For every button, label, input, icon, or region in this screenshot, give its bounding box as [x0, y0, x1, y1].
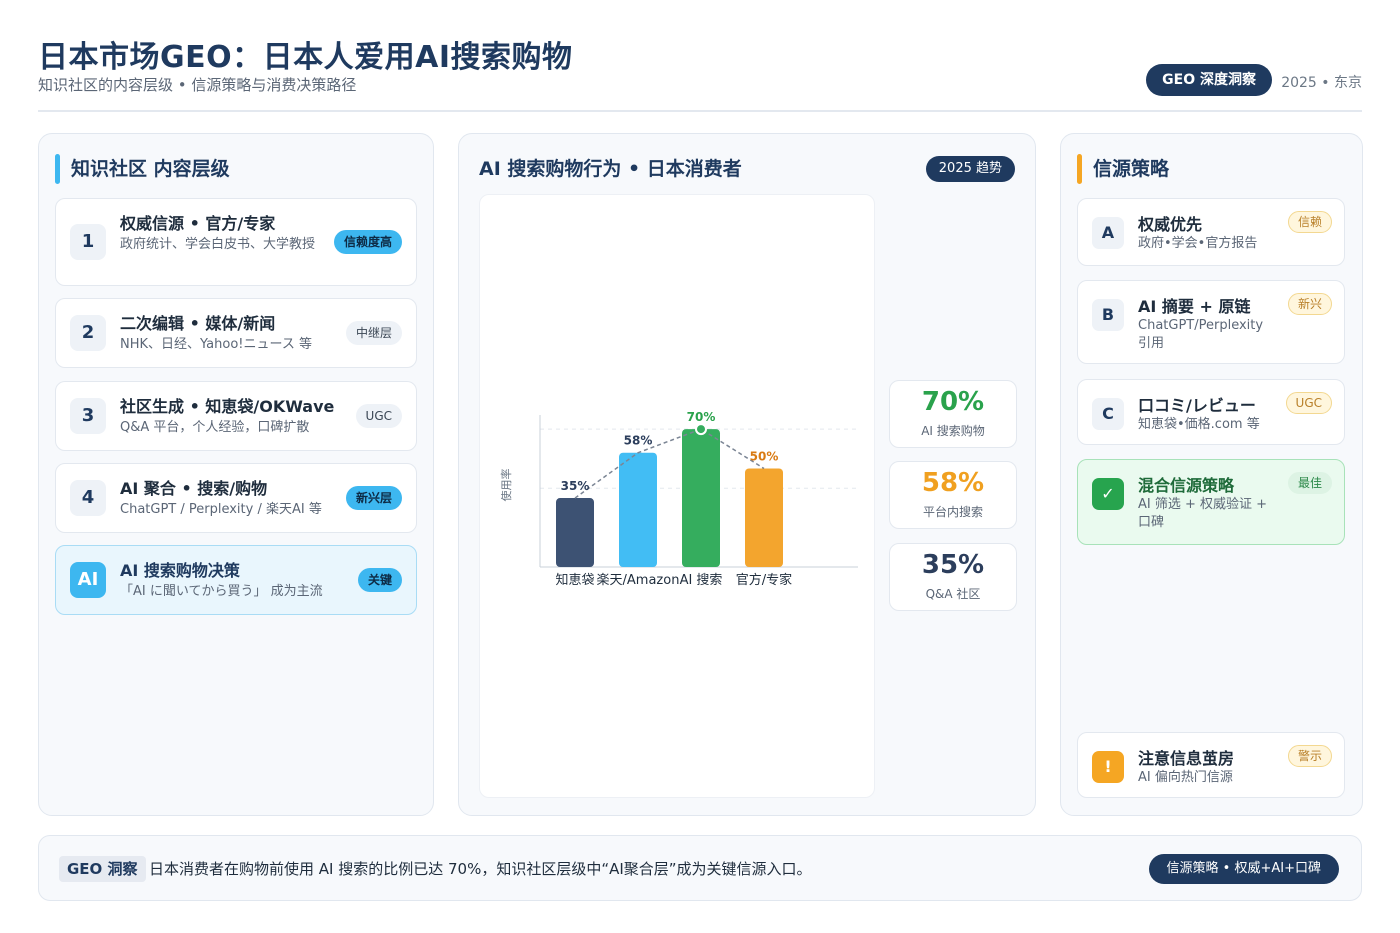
level-title: 权威信源 • 官方/专家 — [120, 214, 276, 233]
strategy-title: 口コミ/レビュー — [1138, 396, 1256, 415]
level-title: 二次编辑 • 媒体/新闻 — [120, 314, 276, 333]
strategy-item-a: A 权威优先 政府•学会•官方报告 信赖 — [1077, 198, 1345, 266]
stat-value: 35% — [921, 550, 985, 580]
bar-chart-svg: 使用率 35% 58% 70% 50% 知恵袋 楽天/Amazon AI 搜索 官方/专家 — [499, 410, 858, 588]
hierarchy-item-4: 4 AI 聚合 • 搜索/购物 ChatGPT / Perplexity / 楽… — [55, 463, 417, 533]
level-description: NHK、日经、Yahoo!ニュース 等 — [120, 337, 312, 352]
stat-value: 70% — [921, 387, 985, 417]
level-badge: 新兴层 — [345, 486, 402, 510]
stat-qa-community: 35% Q&A 社区 — [889, 543, 1017, 611]
stat-value: 58% — [921, 468, 985, 498]
ai-shopping-panel: AI 搜索购物行为 • 日本消费者 2025 趋势 使用率 35% 58% 70% 50… — [458, 133, 1036, 816]
level-number: 3 — [70, 398, 106, 434]
strategy-description: 政府•学会•官方报告 — [1138, 236, 1258, 251]
level-description: Q&A 平台，个人经验，口碑扩散 — [120, 420, 310, 435]
insight-tag: GEO 洞察 — [59, 856, 146, 882]
strategy-description: AI 偏向热门信源 — [1138, 770, 1233, 785]
strategy-title: AI 摘要 + 原链 — [1138, 297, 1251, 316]
bar-4 — [745, 468, 783, 567]
bar-1 — [556, 498, 594, 567]
category-label-2: 楽天/Amazon — [597, 572, 680, 588]
level-title: 社区生成 • 知恵袋/OKWave — [120, 397, 335, 416]
data-label-2: 58% — [624, 434, 653, 448]
level-number: 1 — [70, 224, 106, 260]
strategy-badge: UGC — [1285, 392, 1332, 414]
warning-icon: ! — [1092, 751, 1124, 783]
level-description: ChatGPT / Perplexity / 楽天AI 等 — [120, 502, 322, 517]
brand-badge: GEO 深度洞察 — [1146, 64, 1272, 96]
data-label-3: 70% — [687, 410, 716, 424]
strategy-letter: A — [1092, 217, 1124, 249]
strategy-badge: 信赖 — [1287, 211, 1332, 233]
hierarchy-item-ai: AI AI 搜索购物决策 「AI に聞いてから買う」 成为主流 关键 — [55, 545, 417, 615]
category-label-1: 知恵袋 — [555, 572, 594, 588]
level-number: 4 — [70, 480, 106, 516]
page-header: 日本市场GEO：日本人爱用AI搜索购物 知识社区的内容层级 • 信源策略与消费决… — [38, 30, 1362, 112]
stat-label: 平台内搜索 — [922, 505, 983, 519]
bar-2 — [619, 452, 657, 567]
strategy-description: ChatGPT/Perplexity 引用 — [1138, 318, 1264, 351]
insight-text: 日本消费者在购物前使用 AI 搜索的比例已达 70%，知识社区层级中“AI聚合层… — [149, 860, 812, 878]
hierarchy-item-2: 2 二次编辑 • 媒体/新闻 NHK、日经、Yahoo!ニュース 等 中继层 — [55, 298, 417, 368]
strategy-badge: 最佳 — [1287, 472, 1332, 494]
level-title: AI 聚合 • 搜索/购物 — [120, 479, 268, 498]
strategy-title: 混合信源策略 — [1138, 476, 1235, 495]
strategy-title: 注意信息茧房 — [1138, 749, 1235, 768]
insight-footer: GEO 洞察 日本消费者在购物前使用 AI 搜索的比例已达 70%，知识社区层级… — [38, 835, 1362, 901]
bar-chart: 使用率 35% 58% 70% 50% 知恵袋 楽天/Amazon AI 搜索 官方/专家 — [479, 194, 875, 798]
level-badge: 关键 — [357, 568, 402, 592]
level-description: 「AI に聞いてから買う」 成为主流 — [120, 584, 323, 599]
strategy-item-mixed: ✓ 混合信源策略 AI 筛选 + 权威验证 + 口碑 最佳 — [1077, 459, 1345, 545]
category-label-4: 官方/专家 — [736, 572, 792, 588]
trend-badge: 2025 趋势 — [925, 156, 1015, 182]
strategy-item-c: C 口コミ/レビュー 知恵袋•価格.com 等 UGC — [1077, 379, 1345, 445]
level-badge: UGC — [355, 404, 402, 428]
level-title: AI 搜索购物决策 — [120, 561, 240, 580]
page-subtitle: 知识社区的内容层级 • 信源策略与消费决策路径 — [38, 76, 357, 94]
strategy-description: 知恵袋•価格.com 等 — [1138, 417, 1260, 432]
page-title: 日本市场GEO：日本人爱用AI搜索购物 — [38, 40, 573, 75]
y-axis-label: 使用率 — [499, 469, 513, 502]
strategy-letter: C — [1092, 398, 1124, 430]
strategy-badge: 警示 — [1287, 745, 1332, 767]
category-label-3: AI 搜索 — [680, 573, 723, 588]
hierarchy-item-1: 1 权威信源 • 官方/专家 政府统计、学会白皮书、大学教授 信赖度高 — [55, 198, 417, 286]
peak-marker — [695, 423, 707, 436]
level-description: 政府统计、学会白皮书、大学教授 — [120, 237, 316, 252]
stat-platform-search: 58% 平台内搜索 — [889, 461, 1017, 529]
strategy-badge: 新兴 — [1287, 293, 1332, 315]
bar-3 — [682, 429, 720, 567]
level-number: 2 — [70, 315, 106, 351]
hierarchy-item-3: 3 社区生成 • 知恵袋/OKWave Q&A 平台，个人经验，口碑扩散 UGC — [55, 381, 417, 451]
data-label-4: 50% — [750, 450, 779, 464]
strategy-item-warning: ! 注意信息茧房 AI 偏向热门信源 警示 — [1077, 732, 1345, 798]
stat-label: AI 搜索购物 — [921, 424, 985, 438]
strategy-title: 权威优先 — [1138, 215, 1203, 234]
date-location: 2025 • 东京 — [1281, 75, 1362, 91]
stat-label: Q&A 社区 — [925, 587, 981, 601]
source-strategy-panel: 信源策略 A 权威优先 政府•学会•官方报告 信赖 B AI 摘要 + 原链 C… — [1060, 133, 1363, 816]
content-hierarchy-panel: 知识社区 内容层级 1 权威信源 • 官方/专家 政府统计、学会白皮书、大学教授… — [38, 133, 434, 816]
strategy-letter: B — [1092, 299, 1124, 331]
strategy-description: AI 筛选 + 权威验证 + 口碑 — [1138, 497, 1268, 530]
check-icon: ✓ — [1092, 478, 1124, 510]
panel-title: 知识社区 内容层级 — [55, 154, 230, 184]
data-label-1: 35% — [561, 479, 590, 493]
strategy-item-b: B AI 摘要 + 原链 ChatGPT/Perplexity 引用 新兴 — [1077, 280, 1345, 364]
ai-icon: AI — [70, 562, 106, 598]
panel-title: 信源策略 — [1077, 154, 1169, 184]
level-badge: 信赖度高 — [333, 230, 402, 254]
strategy-summary-badge: 信源策略 • 权威+AI+口碑 — [1148, 854, 1339, 884]
panel-title: AI 搜索购物行为 • 日本消费者 — [479, 158, 742, 180]
level-badge: 中继层 — [345, 321, 402, 345]
stat-ai-search: 70% AI 搜索购物 — [889, 380, 1017, 448]
